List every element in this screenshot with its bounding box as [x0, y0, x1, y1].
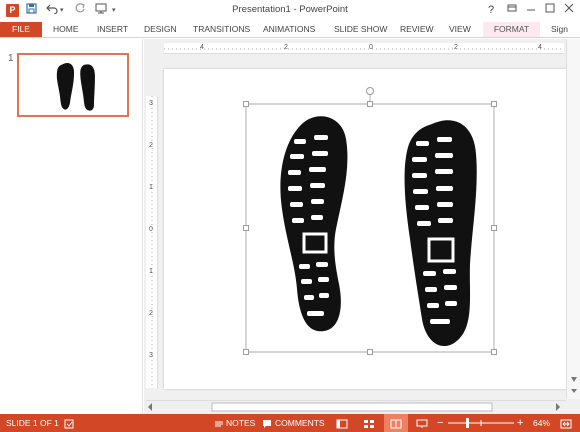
- notes-icon[interactable]: [214, 414, 224, 432]
- restore-icon[interactable]: [503, 2, 521, 18]
- tab-format[interactable]: FORMAT: [483, 22, 540, 37]
- zoom-slider[interactable]: [448, 414, 514, 432]
- close-icon[interactable]: [560, 2, 578, 18]
- slide-canvas[interactable]: [164, 69, 567, 389]
- ruler-label: 2: [149, 310, 153, 317]
- slide-number: 1: [8, 53, 14, 64]
- footprints-thumbnail-image: [56, 62, 95, 111]
- comments-icon[interactable]: [262, 414, 272, 432]
- vertical-ruler: 3 2 1 0 1 2 3: [146, 96, 158, 388]
- status-bar: SLIDE 1 OF 1 NOTES COMMENTS − + 64%: [0, 414, 580, 432]
- slide-sorter-icon[interactable]: [363, 414, 375, 432]
- ruler-label: 2: [149, 142, 153, 149]
- tab-insert[interactable]: INSERT: [97, 22, 128, 37]
- tab-animations[interactable]: ANIMATIONS: [263, 22, 315, 37]
- slide-thumbnail-pane: 1: [0, 39, 143, 414]
- ruler-label: 4: [538, 44, 542, 51]
- spell-check-icon[interactable]: [64, 414, 74, 432]
- left-footprint: [280, 116, 348, 332]
- zoom-in-button[interactable]: +: [517, 414, 523, 432]
- ruler-label: 1: [149, 268, 153, 275]
- comments-button[interactable]: COMMENTS: [275, 414, 325, 432]
- tab-view[interactable]: VIEW: [449, 22, 471, 37]
- normal-view-icon[interactable]: [336, 414, 348, 432]
- vertical-scrollbar-arrows: [571, 377, 577, 393]
- tab-home[interactable]: HOME: [53, 22, 79, 37]
- help-icon[interactable]: ?: [482, 2, 500, 18]
- slide-thumbnail[interactable]: [17, 53, 129, 117]
- slide-count: SLIDE 1 OF 1: [6, 418, 59, 428]
- horizontal-ruler: 4 2 0 2 4: [164, 43, 564, 54]
- tab-transitions[interactable]: TRANSITIONS: [193, 22, 250, 37]
- rotate-handle: [366, 87, 374, 95]
- notes-button[interactable]: NOTES: [226, 414, 255, 432]
- ruler-label: 1: [149, 184, 153, 191]
- horizontal-scrollbar[interactable]: [146, 400, 566, 412]
- vertical-scrollbar[interactable]: [566, 39, 580, 399]
- title-bar: P ▾ ▾ Presentation1 - PowerPoint ?: [0, 0, 580, 22]
- right-footprint: [404, 120, 477, 347]
- ruler-label: 4: [200, 44, 204, 51]
- ruler-label: 3: [149, 352, 153, 359]
- ruler-label: 0: [369, 44, 373, 51]
- tab-file[interactable]: FILE: [0, 22, 42, 37]
- slide-content: [243, 87, 497, 355]
- fit-slide-icon[interactable]: [560, 414, 572, 432]
- horizontal-ruler-ticks: [164, 48, 564, 50]
- ribbon-tabs: FILE HOME INSERT DESIGN TRANSITIONS ANIM…: [0, 22, 580, 38]
- zoom-out-button[interactable]: −: [437, 414, 443, 432]
- vertical-ruler-ticks: [151, 96, 153, 388]
- sign-in-link[interactable]: Sign: [551, 22, 568, 37]
- maximize-icon[interactable]: [541, 2, 559, 18]
- minimize-icon[interactable]: [522, 2, 540, 18]
- ruler-label: 2: [454, 44, 458, 51]
- horizontal-scrollbar-track: [148, 402, 560, 412]
- tab-design[interactable]: DESIGN: [144, 22, 177, 37]
- ruler-label: 2: [284, 44, 288, 51]
- ruler-label: 0: [149, 226, 153, 233]
- reading-view-icon[interactable]: [384, 414, 408, 432]
- slide-show-icon[interactable]: [416, 414, 428, 432]
- zoom-level[interactable]: 64%: [533, 414, 550, 432]
- tab-slide-show[interactable]: SLIDE SHOW: [334, 22, 387, 37]
- tab-review[interactable]: REVIEW: [400, 22, 434, 37]
- ruler-label: 3: [149, 100, 153, 107]
- slide-editing-area: 4 2 0 2 4 3 2 1 0 1 2 3: [144, 39, 580, 414]
